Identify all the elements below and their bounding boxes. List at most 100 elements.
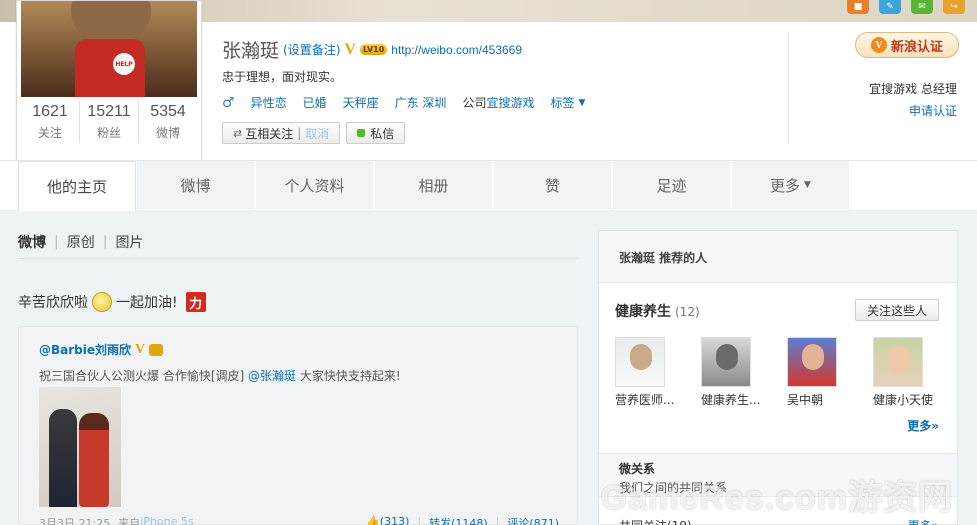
forward-link[interactable]: 转发(1148) [429, 515, 488, 525]
stat-followers[interactable]: 15211 粉丝 [80, 101, 139, 143]
male-icon: ♂ [222, 94, 235, 111]
avatar[interactable]: HELP [21, 1, 197, 97]
emoji-icon [92, 292, 112, 312]
recommend-sidebar: 张瀚珽 推荐的人 健康养生 (12) 关注这些人 营养医师... 健康养生... … [598, 230, 958, 525]
person-avatar[interactable] [873, 337, 923, 387]
power-emoji-icon: 力 [185, 292, 206, 312]
feed-tab-all[interactable]: 微博 [18, 232, 46, 252]
stat-label: 微博 [155, 126, 180, 140]
sidebar-title: 张瀚珽 推荐的人 [599, 231, 957, 283]
person-name[interactable]: 营养医师... [615, 391, 697, 408]
feed-tab-photos[interactable]: 图片 [115, 232, 143, 252]
profile-url-link[interactable]: http://weibo.com/453669 [391, 43, 522, 57]
like-button[interactable]: 👍(313) [366, 515, 409, 525]
common-more-link[interactable]: 更多» [908, 517, 939, 525]
user-name: 张瀚珽 [222, 40, 280, 62]
tab-weibo[interactable]: 微博 [137, 161, 255, 209]
tab-album[interactable]: 相册 [375, 161, 493, 209]
verify-v-icon: V [870, 37, 887, 53]
stat-posts[interactable]: 5354 微博 [139, 101, 197, 143]
divider [18, 258, 578, 259]
stat-following[interactable]: 1621 关注 [21, 101, 80, 143]
sina-verify-button[interactable]: V 新浪认证 [855, 32, 959, 58]
template-icon[interactable]: ✎ [879, 0, 901, 14]
private-message-button[interactable]: 私信 [346, 122, 406, 144]
person-card[interactable]: 健康小天使 [873, 337, 959, 408]
repost-card: @Barbie刘雨欣 V 祝三国合伙人公测火爆 合作愉快[调皮] @张瀚珽 大家… [18, 326, 578, 525]
stat-label: 关注 [37, 126, 62, 140]
caret-down-icon: ▼ [804, 180, 811, 190]
comment-link[interactable]: 评论(871) [507, 515, 559, 525]
tab-home[interactable]: 他的主页 [18, 161, 136, 211]
follow-all-button[interactable]: 关注这些人 [855, 299, 939, 321]
feed-tab-original[interactable]: 原创 [67, 232, 95, 252]
profile-tabs: 他的主页 微博 个人资料 相册 赞 足迹 更多 ▼ [0, 160, 977, 211]
chat-icon[interactable]: ✉ [911, 0, 933, 14]
mention-link[interactable]: @张瀚珽 [248, 369, 296, 383]
person-card[interactable]: 吴中朝 [787, 337, 873, 408]
verify-title: 宜搜游戏 总经理 [869, 82, 957, 96]
recommended-people: 营养医师... 健康养生... 吴中朝 健康小天使 [615, 337, 959, 408]
repost-photo[interactable] [39, 387, 121, 507]
mutual-follow-button[interactable]: ⇄ 互相关注 | 取消 [222, 122, 341, 144]
relation-desc: 我们之间的共同关系 [619, 481, 728, 495]
relation-box: 微关系 我们之间的共同关系 [599, 453, 957, 497]
repost-author: @Barbie刘雨欣 V [39, 341, 164, 358]
post-text: 辛苦欣欣啦 一起加油! 力 [18, 292, 206, 312]
top-icon-bar: ■ ✎ ✉ ↪ [847, 0, 965, 14]
company-prefix: 公司 [462, 96, 487, 110]
stat-label: 粉丝 [96, 126, 121, 140]
source-link[interactable]: iPhone 5s [140, 515, 193, 525]
feed-main: 微博 | 原创 | 图片 辛苦欣欣啦 一起加油! 力 @Barbie刘雨欣 V … [18, 210, 578, 525]
repost-time-link[interactable]: 3月3日 21:25 [39, 515, 110, 525]
thumb-up-icon: 👍 [366, 515, 380, 525]
repost-text: 祝三国合伙人公测火爆 合作愉快[调皮] @张瀚珽 大家快快支持起来! [39, 367, 401, 384]
bio-text: 忠于理想，面对现实。 [222, 70, 343, 84]
person-name[interactable]: 健康养生... [701, 391, 783, 408]
repost-author-link[interactable]: @Barbie刘雨欣 [39, 341, 131, 358]
name-row: 张瀚珽 (设置备注) V LV10 http://weibo.com/45366… [222, 36, 522, 63]
set-remark-link[interactable]: (设置备注) [283, 41, 340, 58]
tab-profile-info[interactable]: 个人资料 [256, 161, 374, 209]
common-follow-link[interactable]: 共同关注(19) [619, 517, 692, 525]
tab-footprints[interactable]: 足迹 [613, 161, 731, 209]
zodiac-link[interactable]: 天秤座 [343, 94, 379, 111]
orientation-link[interactable]: 异性恋 [251, 94, 287, 111]
person-avatar[interactable] [701, 337, 751, 387]
post-text-part: 辛苦欣欣啦 [18, 295, 88, 311]
location-link[interactable]: 广东 深圳 [395, 94, 447, 111]
verified-v-icon[interactable]: V [135, 342, 145, 358]
theme-icon[interactable]: ■ [847, 0, 869, 14]
tags-link[interactable]: 标签 [550, 94, 574, 111]
caret-down-icon[interactable]: ▼ [578, 98, 585, 108]
more-people-link[interactable]: 更多» [907, 417, 939, 434]
person-card[interactable]: 营养医师... [615, 337, 701, 408]
apply-verify-link[interactable]: 申请认证 [909, 102, 957, 119]
person-card[interactable]: 健康养生... [701, 337, 787, 408]
person-avatar[interactable] [615, 337, 665, 387]
group-count: (12) [675, 305, 700, 319]
tab-likes[interactable]: 赞 [494, 161, 612, 209]
tab-more[interactable]: 更多 ▼ [732, 161, 850, 209]
verify-area: V 新浪认证 宜搜游戏 总经理 申请认证 [788, 32, 977, 144]
relation-title: 微关系 [619, 462, 656, 476]
person-name[interactable]: 吴中朝 [787, 391, 869, 408]
share-icon[interactable]: ↪ [943, 0, 965, 14]
mutual-follow-label: 互相关注 [245, 126, 294, 141]
level-badge[interactable]: LV10 [359, 44, 388, 55]
action-row: ⇄ 互相关注 | 取消 私信 [222, 122, 406, 144]
repost-text-part: 大家快快支持起来! [296, 369, 401, 383]
unfollow-link[interactable]: 取消 [305, 125, 329, 142]
feed-filter-tabs: 微博 | 原创 | 图片 [18, 232, 144, 252]
person-name[interactable]: 健康小天使 [873, 391, 955, 408]
verify-label: 新浪认证 [890, 39, 943, 55]
marital-link[interactable]: 已婚 [303, 94, 327, 111]
message-icon [357, 129, 366, 137]
vip-icon[interactable] [149, 343, 164, 356]
profile-stats: 1621 关注 15211 粉丝 5354 微博 [21, 101, 197, 143]
company-link[interactable]: 宜搜游戏 [486, 94, 534, 111]
verified-v-icon[interactable]: V [344, 41, 356, 59]
group-title: 健康养生 (12) [615, 304, 700, 320]
info-row: ♂ 异性恋 已婚 天秤座 广东 深圳 公司 宜搜游戏 标签 ▼ [222, 94, 585, 111]
person-avatar[interactable] [787, 337, 837, 387]
